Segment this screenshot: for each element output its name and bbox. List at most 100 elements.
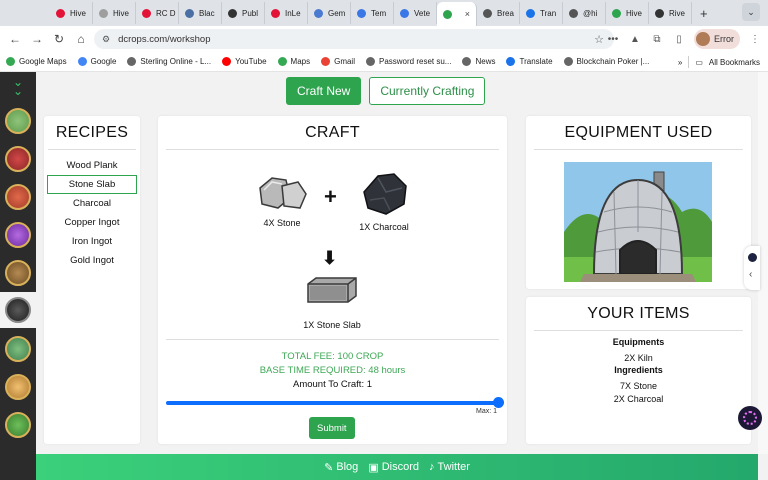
side-panel-toggle[interactable]: ‹ bbox=[744, 246, 760, 290]
browser-tab[interactable]: Vete bbox=[394, 2, 437, 24]
sidebar-item-tree[interactable] bbox=[3, 410, 33, 440]
ingredient-stone-label: 4X Stone bbox=[263, 218, 301, 228]
bookmarks-overflow-icon[interactable]: » bbox=[678, 58, 682, 67]
tab-label: InLe bbox=[285, 8, 301, 18]
bookmark-item[interactable]: Password reset su... bbox=[365, 57, 451, 66]
browser-tab[interactable]: Tran bbox=[520, 2, 563, 24]
recipe-item-stone-slab[interactable]: Stone Slab bbox=[47, 175, 137, 194]
browser-tab[interactable]: Publ bbox=[222, 2, 265, 24]
discord-link[interactable]: ▣ Discord bbox=[368, 461, 419, 474]
divider bbox=[688, 56, 690, 68]
new-tab-button[interactable]: + bbox=[700, 6, 708, 21]
equipment-title: EQUIPMENT USED bbox=[564, 124, 713, 141]
tab-favicon-icon bbox=[400, 8, 409, 18]
site-info-icon[interactable]: ⚙ bbox=[102, 34, 110, 45]
tab-label: Gem bbox=[328, 8, 346, 18]
tab-favicon-icon bbox=[99, 8, 108, 18]
blog-link[interactable]: ✎ Blog bbox=[324, 461, 358, 474]
bookmark-favicon-icon bbox=[6, 57, 15, 66]
browser-tab[interactable]: @hi bbox=[563, 2, 606, 24]
chevron-left-icon: ‹ bbox=[749, 269, 753, 280]
blog-icon: ✎ bbox=[324, 461, 334, 474]
more-dots-icon[interactable]: ••• bbox=[606, 32, 620, 46]
url-input[interactable]: ⚙ dcrops.com/workshop ☆ bbox=[94, 29, 614, 49]
craft-new-button[interactable]: Craft New bbox=[286, 77, 362, 105]
sidebar-item-potion[interactable] bbox=[3, 220, 33, 250]
bookmark-item[interactable]: Blockchain Poker |... bbox=[563, 57, 650, 66]
stone-slab-icon bbox=[307, 277, 357, 303]
reload-icon[interactable]: ↻ bbox=[48, 28, 70, 50]
menu-kebab-icon[interactable]: ⋮ bbox=[748, 32, 762, 46]
home-icon[interactable]: ⌂ bbox=[70, 28, 92, 50]
recipe-item-copper-ingot[interactable]: Copper Ingot bbox=[47, 213, 137, 232]
recipes-card: RECIPES Wood Plank Stone Slab Charcoal C… bbox=[44, 116, 140, 444]
browser-tab[interactable]: Gem bbox=[308, 2, 351, 24]
browser-tab[interactable]: InLe bbox=[265, 2, 308, 24]
browser-tab[interactable]: RC D bbox=[136, 2, 179, 24]
equipment-item-kiln: 2X Kiln bbox=[624, 353, 653, 363]
bookmark-label: Blockchain Poker |... bbox=[576, 57, 650, 66]
stone-icon bbox=[259, 177, 307, 209]
browser-tab[interactable]: Blac bbox=[179, 2, 222, 24]
tab-label: Tem bbox=[371, 8, 387, 18]
blog-label: Blog bbox=[336, 461, 359, 473]
bookmark-item[interactable]: Sterling Online - L... bbox=[127, 57, 211, 66]
browser-tab[interactable]: Rive bbox=[649, 2, 692, 24]
extension-icon[interactable]: ▲ bbox=[628, 32, 642, 46]
sidebar-item-storage[interactable] bbox=[3, 182, 33, 212]
recipe-item-wood-plank[interactable]: Wood Plank bbox=[47, 156, 137, 175]
bookmark-item[interactable]: Google Maps bbox=[6, 57, 67, 66]
currently-crafting-button[interactable]: Currently Crafting bbox=[369, 77, 486, 105]
sidebar-item-workshop[interactable] bbox=[0, 292, 36, 328]
your-items-card: YOUR ITEMS Equipments 2X Kiln Ingredient… bbox=[526, 297, 751, 444]
bookmark-item[interactable]: News bbox=[462, 57, 495, 66]
craft-card: CRAFT 4X Stone + 1X Charcoal ⬇ 1X Stone … bbox=[158, 116, 507, 444]
sidebar-item-scroll[interactable] bbox=[3, 334, 33, 364]
tab-close-icon[interactable]: × bbox=[465, 9, 470, 19]
browser-tab[interactable]: Hive bbox=[93, 2, 136, 24]
browser-tab[interactable]: Hive bbox=[606, 2, 649, 24]
floating-assistant-icon[interactable] bbox=[738, 406, 762, 430]
forward-icon[interactable]: → bbox=[26, 28, 48, 50]
browser-tab[interactable]: Brea bbox=[477, 2, 520, 24]
sidebar-item-barn[interactable] bbox=[3, 144, 33, 174]
bookmark-favicon-icon bbox=[77, 57, 87, 66]
bookmark-item[interactable]: Google bbox=[77, 57, 116, 66]
slider-thumb[interactable] bbox=[493, 397, 504, 408]
bookmark-item[interactable]: Gmail bbox=[321, 57, 355, 66]
page: ⌄ ⌄ Craft New Currently Crafting RECIPES … bbox=[0, 72, 768, 480]
bookmark-item[interactable]: YouTube bbox=[222, 57, 267, 66]
tab-search-button[interactable]: ⌄ bbox=[742, 3, 760, 21]
submit-button[interactable]: Submit bbox=[309, 417, 355, 439]
puzzle-extensions-icon[interactable]: ⧉ bbox=[650, 32, 664, 46]
bookmark-star-icon[interactable]: ☆ bbox=[594, 33, 604, 46]
amount-slider[interactable] bbox=[166, 397, 504, 408]
bookmark-favicon-icon bbox=[127, 57, 137, 66]
sidebar-item-boat[interactable] bbox=[3, 372, 33, 402]
recipe-item-iron-ingot[interactable]: Iron Ingot bbox=[47, 232, 137, 251]
browser-tab[interactable]: × bbox=[437, 2, 477, 26]
address-bar: ← → ↻ ⌂ ⚙ dcrops.com/workshop ☆ ••• ▲ ⧉ … bbox=[0, 26, 768, 52]
sidepanel-icon[interactable]: ▯ bbox=[672, 32, 686, 46]
recipe-item-gold-ingot[interactable]: Gold Ingot bbox=[47, 251, 137, 270]
bookmark-item[interactable]: Maps bbox=[277, 57, 310, 66]
collapse-chevron-icon[interactable]: ⌄ ⌄ bbox=[9, 76, 27, 97]
tab-label: Tran bbox=[540, 8, 557, 18]
amount-to-craft-label: Amount To Craft: 1 bbox=[292, 379, 373, 390]
browser-tab-strip: Hive Hive RC D Blac Publ InLe Gem Tem Vete × Brea T… bbox=[0, 0, 768, 26]
twitter-link[interactable]: ♪ Twitter bbox=[429, 461, 470, 473]
tab-label: Rive bbox=[669, 8, 686, 18]
all-bookmarks-link[interactable]: All Bookmarks bbox=[709, 58, 760, 67]
ingredient-stone: 4X Stone bbox=[254, 170, 310, 228]
recipe-item-charcoal[interactable]: Charcoal bbox=[47, 194, 137, 213]
browser-tab[interactable]: Tem bbox=[351, 2, 394, 24]
bookmark-favicon-icon bbox=[321, 57, 331, 66]
sidebar-item-land[interactable] bbox=[3, 106, 33, 136]
sidebar-item-tools[interactable] bbox=[3, 258, 33, 288]
twitter-icon: ♪ bbox=[429, 461, 435, 473]
profile-error-button[interactable]: Error bbox=[694, 29, 740, 49]
tab-label: Publ bbox=[242, 8, 259, 18]
browser-tab[interactable]: Hive bbox=[50, 2, 93, 24]
bookmark-item[interactable]: Translate bbox=[506, 57, 553, 66]
back-icon[interactable]: ← bbox=[4, 28, 26, 50]
